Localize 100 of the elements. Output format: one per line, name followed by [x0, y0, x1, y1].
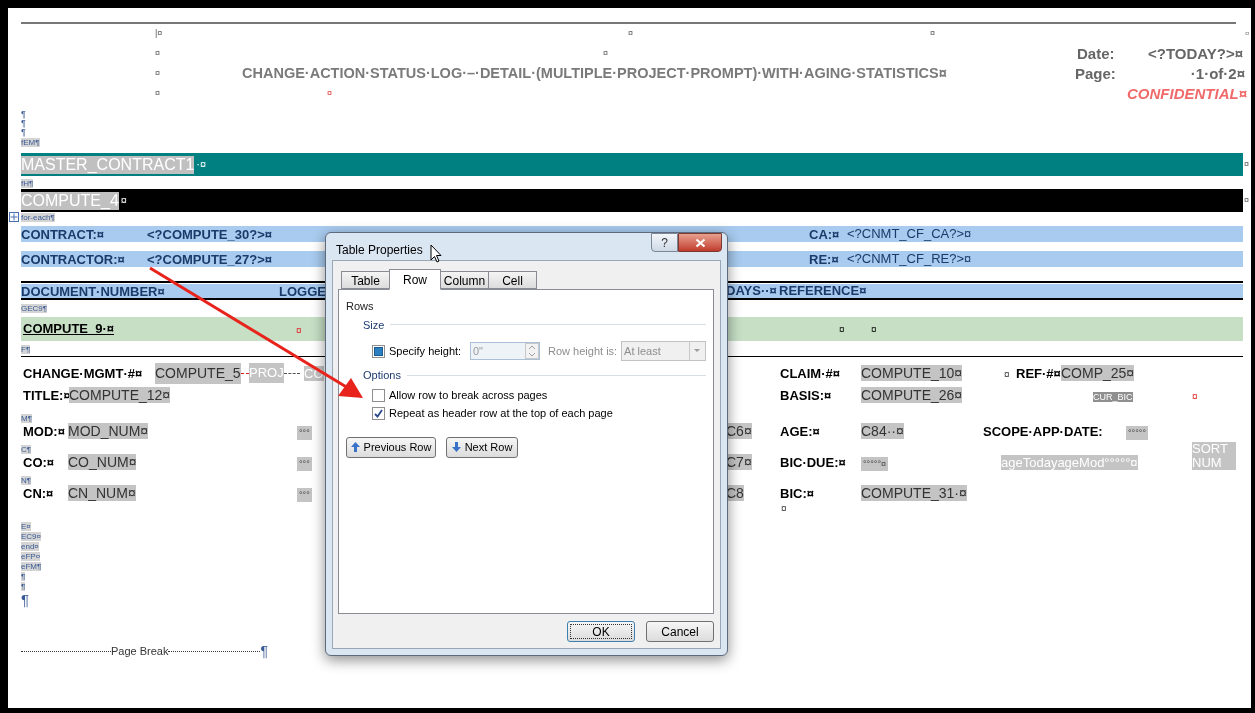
- next-row-button[interactable]: Next Row: [446, 436, 518, 458]
- paragraph-mark: ¶: [21, 590, 30, 610]
- field-label: BASIS:¤: [780, 388, 832, 403]
- option-checkbox[interactable]: [372, 388, 385, 402]
- column-header: REFERENCE¤: [779, 282, 867, 301]
- field-tag: C¶: [21, 444, 32, 454]
- merge-field: COMPUTE_9·¤: [23, 319, 296, 339]
- merge-field: ageTodayageMod°°°°°¤: [1001, 455, 1138, 470]
- cell-mark: ¤: [1244, 193, 1249, 207]
- field-tag: EC9¤: [21, 531, 41, 541]
- field-label: Row height is:: [548, 343, 619, 359]
- cursor-icon: [430, 244, 442, 263]
- merge-field: <?CNMT_CF_RE?>¤: [847, 249, 972, 269]
- field-label: BIC:¤: [780, 486, 814, 501]
- field-tag: fH¶: [21, 178, 34, 188]
- merge-field: MOD_NUM¤: [68, 423, 149, 439]
- field-label: REF·#¤: [1016, 366, 1061, 381]
- paragraph-mark: ¶: [21, 110, 26, 119]
- merge-field: MASTER_CONTRACT1: [21, 155, 195, 174]
- merge-field: °°°°°¤: [861, 457, 888, 471]
- merge-field: COMPUTE_4: [21, 191, 119, 210]
- cell-mark: ¤: [871, 322, 877, 337]
- merge-field: °°°: [297, 457, 312, 471]
- date-label: Date:: [1077, 43, 1116, 64]
- cell-mark: ·¤: [196, 157, 207, 173]
- dialog-title: Table Properties: [336, 242, 423, 259]
- cell-mark: ¤: [1004, 369, 1010, 380]
- field-tag: eFM¶: [21, 561, 42, 571]
- merge-field: COMPUTE_5: [155, 362, 241, 384]
- cell-mark: ¤: [155, 47, 161, 61]
- cancel-button[interactable]: Cancel: [646, 621, 714, 642]
- cell-mark: |¤: [155, 27, 164, 41]
- paragraph-mark: ¶: [21, 128, 26, 137]
- cell-mark: ¤: [1192, 391, 1198, 402]
- merge-field: CO_NUM¤: [68, 454, 137, 470]
- group-heading: Rows: [346, 299, 375, 314]
- field-tag: end¤: [21, 541, 39, 551]
- field-label: CN:¤: [23, 486, 54, 501]
- merge-field: COMPUTE_31·¤: [861, 485, 967, 501]
- field-label: CHANGE·MGMT·#¤: [23, 366, 143, 381]
- close-button[interactable]: [678, 233, 722, 252]
- cell-mark: ¤: [628, 27, 634, 41]
- field-label: AGE:¤: [780, 424, 820, 439]
- merge-field: COMPUTE_10¤: [861, 365, 963, 381]
- field-label: CLAIM·#¤: [780, 366, 840, 381]
- dialog-tab[interactable]: Table: [341, 271, 390, 289]
- cell-mark: ¤: [1245, 28, 1250, 40]
- report-title: CHANGE·ACTION·STATUS·LOG·–·DETAIL·(MULTIPLE·PROJECT·PROMPT)·WITH·AGING·STATISTICS¤: [242, 64, 948, 84]
- cell-mark: ¤: [1244, 157, 1249, 171]
- checkbox-label: Repeat as header row at the top of each page: [389, 405, 613, 421]
- merge-field: SORT NUM: [1192, 442, 1236, 470]
- page-label: Page:: [1075, 63, 1117, 84]
- field-tag: ¶: [21, 571, 26, 581]
- field-label: MOD:¤: [23, 424, 65, 439]
- dialog-tab[interactable]: Cell: [488, 271, 537, 289]
- cell-mark: ¤: [296, 325, 302, 336]
- merge-field: PROJ: [249, 363, 284, 383]
- field-label: BIC·DUE:¤: [780, 455, 846, 470]
- page-number: ·1·of·2¤: [1189, 63, 1245, 84]
- cell-mark: ¤: [839, 322, 846, 337]
- confidential-label: CONFIDENTIAL¤: [1127, 83, 1247, 104]
- field-label: TITLE:¤: [23, 388, 71, 403]
- merge-field: COMP_25¤: [1061, 365, 1135, 381]
- paragraph-mark: ¶: [21, 119, 26, 128]
- merge-field: °°°°°: [1126, 426, 1148, 440]
- specify-height-checkbox[interactable]: [372, 344, 385, 358]
- merge-field: CN_NUM¤: [68, 485, 136, 501]
- merge-field: <?COMPUTE_30?>¤: [147, 227, 272, 242]
- checkbox-label: Allow row to break across pages: [389, 387, 548, 403]
- dialog-tab[interactable]: Row: [389, 269, 441, 290]
- field-label: CONTRACT:¤: [21, 227, 105, 242]
- merge-field: °°°: [297, 426, 312, 440]
- field-label: CONTRACTOR:¤: [21, 252, 125, 267]
- field-tag: for-each¶: [21, 212, 55, 222]
- field-tag: N¶: [21, 475, 32, 485]
- previous-row-button[interactable]: Previous Row: [346, 436, 436, 458]
- arrow-up-icon: [350, 442, 360, 452]
- checkbox-label: Specify height:: [389, 343, 463, 359]
- group-heading: Size: [363, 317, 385, 333]
- group-heading: Options: [363, 368, 401, 383]
- page-break-label: Page Break: [111, 643, 169, 659]
- field-tag: fEM¶: [21, 137, 40, 147]
- dialog-tab[interactable]: Column: [440, 271, 489, 289]
- ok-button[interactable]: OK: [567, 621, 635, 642]
- field-tag: M¶: [21, 413, 32, 423]
- help-button[interactable]: ?: [651, 233, 678, 252]
- merge-field: <?CNMT_CF_CA?>¤: [847, 224, 972, 244]
- merge-field: C84··¤: [861, 423, 904, 439]
- merge-field: COMPUTE_26¤: [861, 387, 963, 403]
- field-label: CA:¤: [809, 227, 840, 242]
- field-tag: ¶: [21, 581, 26, 591]
- option-checkbox[interactable]: [372, 406, 385, 420]
- paragraph-mark: ¶: [260, 641, 268, 661]
- merge-field: <?COMPUTE_27?>¤: [147, 252, 272, 267]
- move-handle-icon[interactable]: [9, 212, 19, 222]
- field-label: SCOPE·APP·DATE:: [983, 424, 1103, 439]
- cell-mark: ¤: [327, 87, 333, 101]
- cell-mark: ¤: [120, 193, 127, 209]
- arrow-down-icon: [451, 442, 461, 452]
- date-field: <?TODAY?>¤: [1148, 42, 1244, 66]
